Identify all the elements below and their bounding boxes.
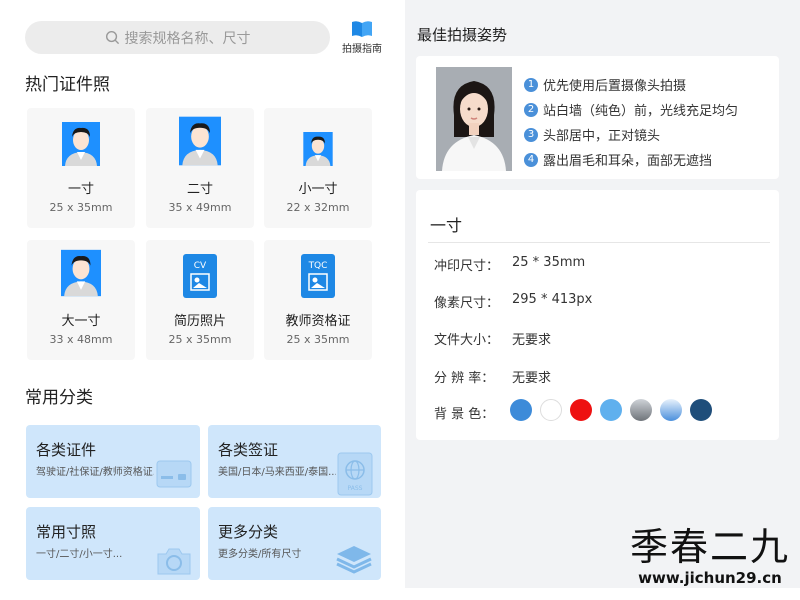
spec-card-size: 22 x 32mm bbox=[286, 201, 350, 214]
spec-card-name: 大一寸 bbox=[61, 314, 101, 329]
person-avatar-icon bbox=[179, 116, 221, 166]
person-avatar-icon bbox=[303, 132, 333, 166]
spec-card-name: 教师资格证 bbox=[285, 314, 351, 329]
pose-tip: 2 站白墙（纯色）前，光线充足均匀 bbox=[524, 97, 738, 122]
category-subtitle: 更多分类/所有尺寸 bbox=[218, 549, 302, 560]
spec-card-large-1inch[interactable]: 大一寸 33 x 48mm bbox=[27, 240, 135, 360]
tip-number-badge: 2 bbox=[524, 102, 538, 117]
left-panel: 搜索规格名称、尺寸 拍摄指南 热门证件照 一寸 25 x 35mm 二寸 35 … bbox=[0, 0, 400, 600]
search-bar[interactable]: 搜索规格名称、尺寸 bbox=[25, 21, 330, 54]
shooting-guide-button[interactable]: 拍摄指南 bbox=[337, 20, 387, 55]
background-color-swatches bbox=[510, 399, 720, 421]
pose-tip: 4 露出眉毛和耳朵，面部无遮挡 bbox=[524, 147, 738, 172]
tip-number-badge: 4 bbox=[524, 152, 538, 167]
watermark: 季春二九 www.jichun29.cn bbox=[625, 525, 795, 587]
category-subtitle: 驾驶证/社保证/教师资格证... bbox=[36, 467, 154, 478]
spec-row-label: 冲印尺寸： bbox=[434, 259, 500, 274]
color-swatch-gradient-blue[interactable] bbox=[660, 399, 682, 421]
spec-detail-title: 一寸 bbox=[430, 216, 463, 235]
spec-card-small-1inch[interactable]: 小一寸 22 x 32mm bbox=[264, 108, 372, 228]
spec-card-size: 25 x 35mm bbox=[49, 201, 113, 214]
color-swatch-dark-blue[interactable] bbox=[690, 399, 712, 421]
camera-icon bbox=[157, 548, 191, 575]
sample-portrait-photo bbox=[436, 67, 512, 171]
tip-text: 头部居中，正对镜头 bbox=[543, 129, 661, 144]
spec-row-value: 无要求 bbox=[512, 333, 552, 348]
spec-card-name: 二寸 bbox=[186, 182, 213, 197]
tqc-badge: TQC bbox=[308, 261, 328, 271]
spec-row-print-size: 冲印尺寸： 25 * 35mm bbox=[434, 255, 585, 274]
category-title: 各类签证 bbox=[218, 441, 279, 459]
spec-card-size: 33 x 48mm bbox=[49, 333, 113, 346]
spec-card-name: 一寸 bbox=[67, 182, 94, 197]
layers-icon bbox=[336, 546, 372, 574]
pose-section-title: 最佳拍摄姿势 bbox=[417, 26, 508, 44]
tip-text: 露出眉毛和耳朵，面部无遮挡 bbox=[543, 154, 713, 169]
pose-tips: 1 优先使用后置摄像头拍摄 2 站白墙（纯色）前，光线充足均匀 3 头部居中，正对镜头… bbox=[524, 72, 738, 172]
pose-tip: 3 头部居中，正对镜头 bbox=[524, 122, 738, 147]
category-subtitle: 美国/日本/马来西亚/泰国... bbox=[218, 467, 336, 478]
spec-card-name: 简历照片 bbox=[173, 314, 226, 329]
search-placeholder: 搜索规格名称、尺寸 bbox=[124, 30, 251, 47]
category-documents[interactable]: 各类证件 驾驶证/社保证/教师资格证... bbox=[26, 425, 200, 498]
spec-row-label: 文件大小： bbox=[434, 333, 500, 348]
person-avatar-icon bbox=[61, 249, 101, 297]
person-avatar-icon bbox=[62, 122, 100, 166]
color-swatch-gradient-gray[interactable] bbox=[630, 399, 652, 421]
cv-document-icon: CV bbox=[183, 254, 217, 298]
right-panel: 最佳拍摄姿势 1 优先使用后置摄像头拍摄 2 站白墙（纯色）前，光线充足均匀 3 头部… bbox=[405, 0, 800, 588]
spec-card-teacher[interactable]: TQC 教师资格证 25 x 35mm bbox=[264, 240, 372, 360]
spec-row-background: 背 景 色： bbox=[434, 403, 512, 422]
tip-number-badge: 1 bbox=[524, 77, 538, 92]
watermark-title: 季春二九 bbox=[629, 525, 790, 569]
spec-card-1inch[interactable]: 一寸 25 x 35mm bbox=[27, 108, 135, 228]
cv-badge: CV bbox=[194, 261, 207, 271]
category-title: 更多分类 bbox=[218, 523, 279, 541]
spec-detail-card: 一寸 冲印尺寸： 25 * 35mm 像素尺寸： 295 * 413px 文件大… bbox=[416, 190, 779, 440]
pose-card: 1 优先使用后置摄像头拍摄 2 站白墙（纯色）前，光线充足均匀 3 头部居中，正对镜头… bbox=[416, 56, 779, 179]
spec-card-name: 小一寸 bbox=[298, 182, 338, 197]
spec-row-value: 25 * 35mm bbox=[512, 255, 586, 270]
spec-row-resolution: 分 辨 率： 无要求 bbox=[434, 367, 551, 386]
tip-text: 优先使用后置摄像头拍摄 bbox=[543, 79, 687, 94]
spec-row-value: 无要求 bbox=[512, 371, 552, 386]
category-subtitle: 一寸/二寸/小一寸... bbox=[36, 549, 123, 560]
tqc-document-icon: TQC bbox=[301, 254, 335, 298]
category-title: 各类证件 bbox=[36, 441, 97, 459]
category-common-sizes[interactable]: 常用寸照 一寸/二寸/小一寸... bbox=[26, 507, 200, 580]
color-swatch-red[interactable] bbox=[570, 399, 592, 421]
spec-card-size: 25 x 35mm bbox=[168, 333, 232, 346]
spec-row-file-size: 文件大小： 无要求 bbox=[434, 329, 551, 348]
passport-icon: PASS bbox=[337, 452, 373, 496]
spec-row-pixel-size: 像素尺寸： 295 * 413px bbox=[434, 292, 592, 311]
spec-row-label: 像素尺寸： bbox=[434, 296, 500, 311]
open-book-icon bbox=[352, 21, 372, 37]
spec-row-label: 分 辨 率： bbox=[434, 371, 495, 386]
color-swatch-light-blue[interactable] bbox=[600, 399, 622, 421]
pose-tip: 1 优先使用后置摄像头拍摄 bbox=[524, 72, 738, 97]
category-more[interactable]: 更多分类 更多分类/所有尺寸 bbox=[208, 507, 381, 580]
category-title: 常用寸照 bbox=[36, 523, 97, 541]
spec-card-size: 35 x 49mm bbox=[168, 201, 232, 214]
watermark-url: www.jichun29.cn bbox=[638, 569, 782, 587]
color-swatch-white[interactable] bbox=[540, 399, 562, 421]
spec-row-label: 背 景 色： bbox=[434, 407, 495, 422]
spec-card-2inch[interactable]: 二寸 35 x 49mm bbox=[146, 108, 254, 228]
color-swatch-blue[interactable] bbox=[510, 399, 532, 421]
spec-card-resume[interactable]: CV 简历照片 25 x 35mm bbox=[146, 240, 254, 360]
tip-number-badge: 3 bbox=[524, 127, 538, 142]
category-section-title: 常用分类 bbox=[25, 388, 93, 408]
spec-row-value: 295 * 413px bbox=[512, 292, 593, 307]
tip-text: 站白墙（纯色）前，光线充足均匀 bbox=[543, 104, 739, 119]
hot-section-title: 热门证件照 bbox=[25, 75, 110, 95]
id-card-icon bbox=[156, 460, 192, 488]
category-visas[interactable]: 各类签证 美国/日本/马来西亚/泰国... PASS bbox=[208, 425, 381, 498]
shooting-guide-label: 拍摄指南 bbox=[342, 44, 382, 55]
search-icon bbox=[105, 30, 119, 45]
divider bbox=[428, 242, 770, 243]
spec-card-size: 25 x 35mm bbox=[286, 333, 350, 346]
passport-badge: PASS bbox=[348, 485, 363, 492]
